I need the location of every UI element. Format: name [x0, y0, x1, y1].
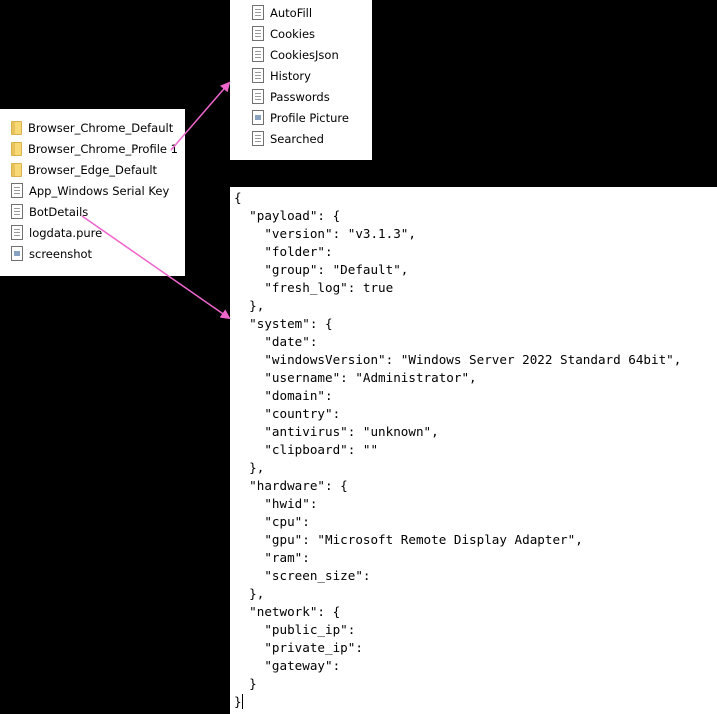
file-item-browser-chrome-default[interactable]: Browser_Chrome_Default: [0, 117, 178, 138]
file-item-logdata-pure[interactable]: logdata.pure: [0, 222, 178, 243]
folder-icon: [11, 162, 22, 177]
file-item-label: BotDetails: [29, 204, 89, 219]
file-item-label: screenshot: [29, 246, 93, 261]
profile-file-list: AutoFill Cookies CookiesJson History Pas…: [230, 2, 349, 149]
file-item-label: Profile Picture: [270, 110, 349, 125]
file-item-botdetails[interactable]: BotDetails: [0, 201, 178, 222]
file-item-profile-picture[interactable]: Profile Picture: [230, 107, 349, 128]
document-icon: [11, 204, 23, 219]
folder-icon: [11, 120, 22, 135]
json-text-viewer[interactable]: { "payload": { "version": "v3.1.3", "fol…: [230, 187, 717, 714]
document-icon: [252, 47, 264, 62]
file-item-searched[interactable]: Searched: [230, 128, 349, 149]
file-item-label: History: [270, 68, 311, 83]
file-item-browser-edge-default[interactable]: Browser_Edge_Default: [0, 159, 178, 180]
file-item-label: AutoFill: [270, 5, 313, 20]
profile-folder-panel: AutoFill Cookies CookiesJson History Pas…: [230, 0, 372, 160]
document-icon: [11, 225, 23, 240]
image-file-icon: [252, 110, 264, 125]
file-item-label: Browser_Edge_Default: [28, 162, 158, 177]
file-item-label: Searched: [270, 131, 324, 146]
image-file-icon: [11, 246, 23, 261]
file-item-label: Browser_Chrome_Default: [28, 120, 174, 135]
document-icon: [252, 89, 264, 104]
file-item-autofill[interactable]: AutoFill: [230, 2, 349, 23]
document-icon: [252, 26, 264, 41]
document-icon: [252, 68, 264, 83]
file-list-panel: Browser_Chrome_Default Browser_Chrome_Pr…: [0, 109, 185, 276]
json-text: { "payload": { "version": "v3.1.3", "fol…: [234, 190, 682, 709]
file-item-cookiesjson[interactable]: CookiesJson: [230, 44, 349, 65]
file-list: Browser_Chrome_Default Browser_Chrome_Pr…: [0, 117, 178, 264]
file-item-app-windows-serial-key[interactable]: App_Windows Serial Key: [0, 180, 178, 201]
file-item-label: Browser_Chrome_Profile 1: [28, 141, 178, 156]
file-item-label: logdata.pure: [29, 225, 103, 240]
file-item-label: Passwords: [270, 89, 330, 104]
text-cursor: [241, 694, 243, 709]
folder-icon: [11, 141, 22, 156]
file-item-label: Cookies: [270, 26, 316, 41]
document-icon: [11, 183, 23, 198]
document-icon: [252, 131, 264, 146]
document-icon: [252, 5, 264, 20]
file-item-cookies[interactable]: Cookies: [230, 23, 349, 44]
file-item-passwords[interactable]: Passwords: [230, 86, 349, 107]
json-content[interactable]: { "payload": { "version": "v3.1.3", "fol…: [234, 189, 681, 711]
file-item-label: App_Windows Serial Key: [29, 183, 170, 198]
file-item-history[interactable]: History: [230, 65, 349, 86]
file-item-screenshot[interactable]: screenshot: [0, 243, 178, 264]
file-item-browser-chrome-profile-1[interactable]: Browser_Chrome_Profile 1: [0, 138, 178, 159]
file-item-label: CookiesJson: [270, 47, 339, 62]
